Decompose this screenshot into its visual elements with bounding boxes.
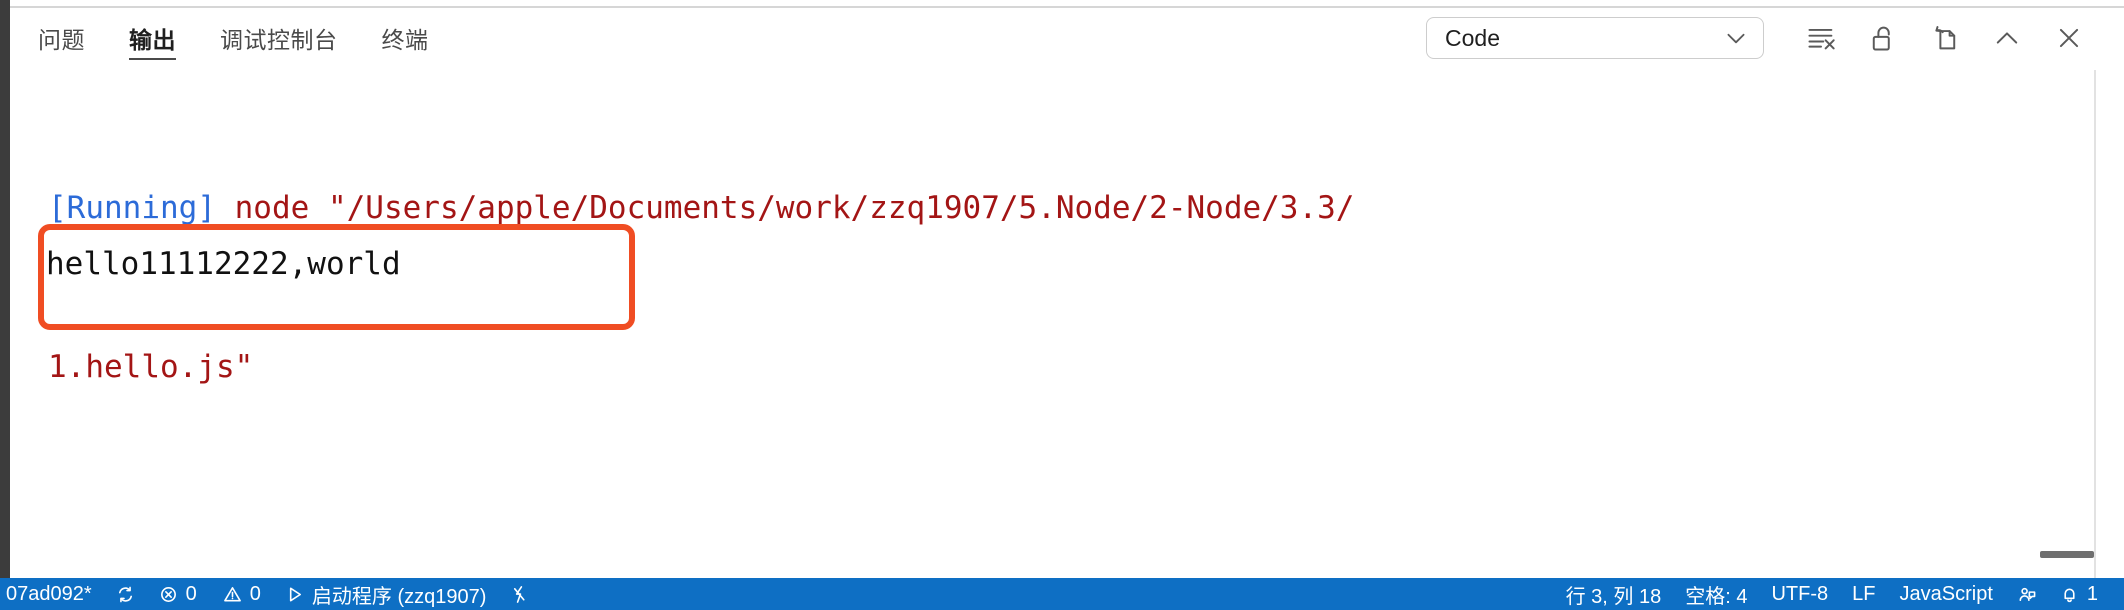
sync-icon bbox=[116, 585, 135, 604]
status-error-count: 0 bbox=[185, 582, 197, 605]
collapse-panel-button[interactable] bbox=[1976, 14, 2038, 62]
status-run-label: 启动程序 (zzq1907) bbox=[311, 585, 487, 608]
running-command: node "/Users/apple/Documents/work/zzq190… bbox=[215, 190, 1355, 226]
lightning-icon bbox=[510, 585, 529, 604]
status-language-mode[interactable]: JavaScript bbox=[1888, 578, 2005, 610]
output-channel-value: Code bbox=[1445, 24, 1500, 51]
status-problems[interactable]: 0 0 bbox=[147, 578, 273, 610]
status-sync[interactable] bbox=[104, 578, 147, 610]
tab-debug-console[interactable]: 调试控制台 bbox=[220, 8, 338, 68]
status-branch-label: 07ad092* bbox=[6, 582, 92, 605]
status-indentation[interactable]: 空格: 4 bbox=[1673, 578, 1759, 610]
tab-output[interactable]: 输出 bbox=[129, 8, 176, 68]
panel-header: 问题 输出 调试控制台 终端 Code bbox=[10, 8, 2124, 68]
clear-all-icon bbox=[1806, 23, 1836, 53]
feedback-icon bbox=[2017, 585, 2036, 604]
tab-problems[interactable]: 问题 bbox=[38, 8, 85, 68]
status-encoding-label: UTF-8 bbox=[1771, 582, 1829, 605]
status-debug-extra[interactable] bbox=[498, 578, 541, 610]
tab-terminal-label: 终端 bbox=[381, 27, 429, 53]
status-bar-right: 行 3, 列 18 空格: 4 UTF-8 LF JavaScript 1 bbox=[1554, 578, 2124, 610]
status-bar: 07ad092* 0 0 启动程序 (zzq1907) 行 3, 列 18 空格… bbox=[0, 578, 2124, 610]
output-line-running-cont: 1.hello.js" bbox=[48, 341, 2094, 394]
status-encoding[interactable]: UTF-8 bbox=[1759, 578, 1840, 610]
vscode-output-panel: 问题 输出 调试控制台 终端 Code [Running] node "/Use… bbox=[0, 0, 2124, 610]
status-branch[interactable]: 07ad092* bbox=[0, 578, 104, 610]
tab-debug-console-label: 调试控制台 bbox=[220, 27, 338, 53]
panel-tabs: 问题 输出 调试控制台 终端 bbox=[38, 8, 429, 68]
status-cursor-position-label: 行 3, 列 18 bbox=[1565, 585, 1662, 608]
clear-output-button[interactable] bbox=[1790, 14, 1852, 62]
highlighted-output-region: hello11112222,world bbox=[38, 224, 635, 330]
status-warning-count: 0 bbox=[249, 582, 261, 605]
tab-problems-label: 问题 bbox=[38, 27, 85, 53]
panel-header-actions: Code bbox=[1426, 14, 2124, 62]
program-output-text: hello11112222,world bbox=[46, 246, 401, 282]
console-right-divider bbox=[2094, 70, 2096, 578]
close-panel-button[interactable] bbox=[2038, 14, 2100, 62]
chevron-up-icon bbox=[1992, 23, 2022, 53]
status-bar-left: 07ad092* 0 0 启动程序 (zzq1907) bbox=[0, 578, 541, 610]
error-circle-icon bbox=[159, 585, 178, 604]
status-cursor-position[interactable]: 行 3, 列 18 bbox=[1554, 578, 1674, 610]
play-icon bbox=[285, 585, 304, 604]
status-eol-label: LF bbox=[1852, 582, 1876, 605]
chevron-down-icon bbox=[1723, 25, 1749, 51]
horizontal-scrollbar[interactable] bbox=[2040, 551, 2094, 558]
status-eol[interactable]: LF bbox=[1840, 578, 1887, 610]
tab-output-label: 输出 bbox=[129, 27, 176, 53]
lock-scroll-button[interactable] bbox=[1852, 14, 1914, 62]
status-feedback[interactable] bbox=[2005, 578, 2048, 610]
status-indentation-label: 空格: 4 bbox=[1685, 585, 1748, 608]
status-notification-count: 1 bbox=[2086, 582, 2098, 605]
status-notifications[interactable]: 1 bbox=[2048, 578, 2110, 610]
output-channel-select[interactable]: Code bbox=[1426, 17, 1764, 59]
close-icon bbox=[2054, 23, 2084, 53]
status-run-debug[interactable]: 启动程序 (zzq1907) bbox=[273, 578, 499, 610]
unlock-icon bbox=[1868, 23, 1898, 53]
open-in-editor-icon bbox=[1930, 23, 1960, 53]
status-language-label: JavaScript bbox=[1899, 582, 1993, 605]
running-command-cont: 1.hello.js" bbox=[48, 349, 254, 385]
bell-icon bbox=[2060, 585, 2079, 604]
activity-bar-edge bbox=[0, 0, 10, 578]
open-in-editor-button[interactable] bbox=[1914, 14, 1976, 62]
warning-triangle-icon bbox=[223, 585, 242, 604]
tab-terminal[interactable]: 终端 bbox=[382, 8, 429, 68]
output-line-result-spacer bbox=[48, 500, 2094, 553]
running-status: [Running] bbox=[48, 190, 216, 226]
